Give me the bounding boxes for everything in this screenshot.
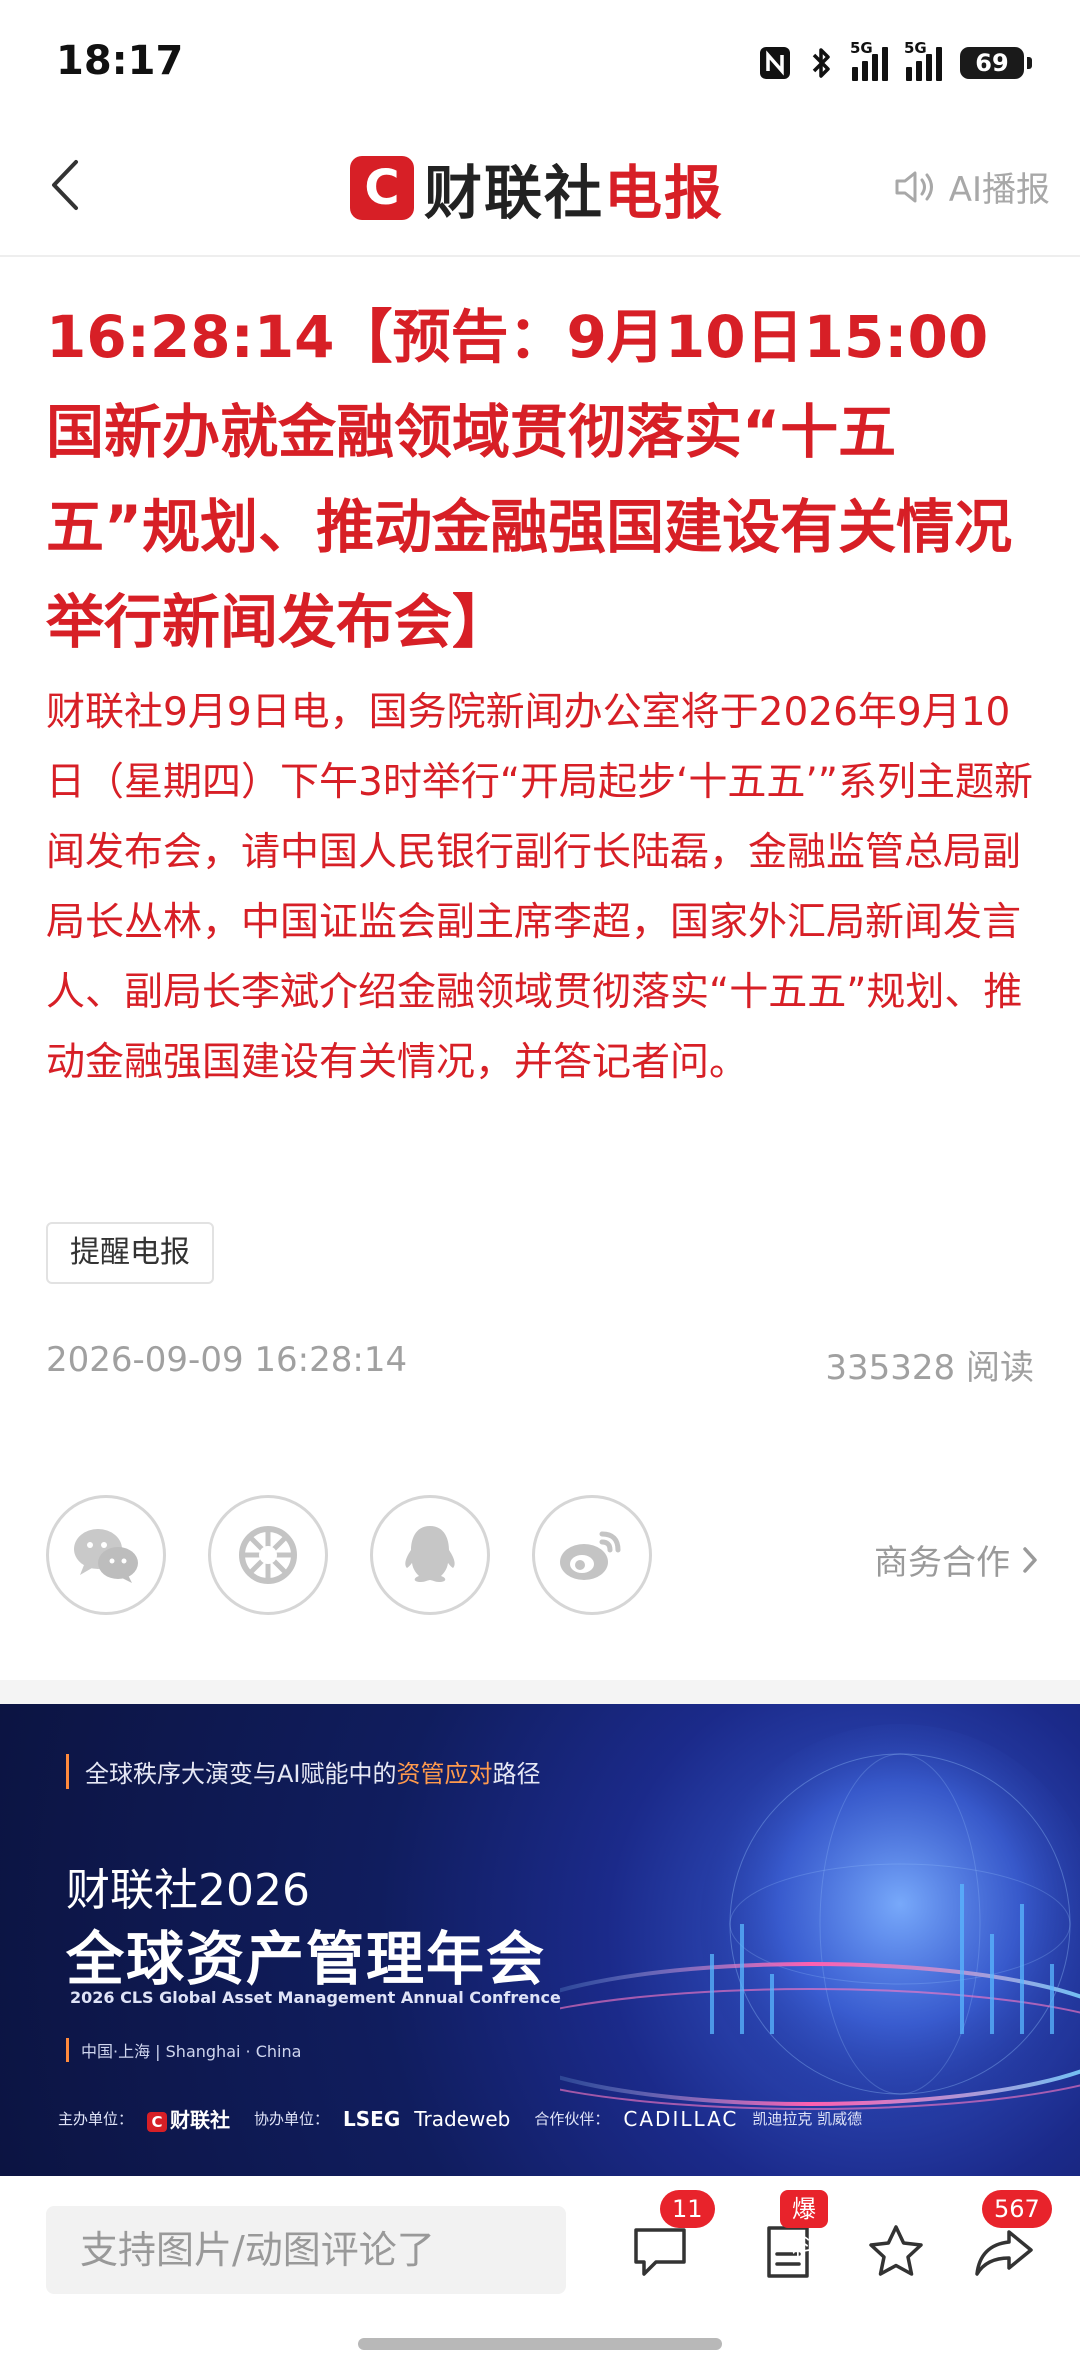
- cls-logo-mark: C: [350, 156, 414, 220]
- star-icon: [869, 2225, 923, 2276]
- status-icons: 5G 5G 69: [758, 38, 1032, 88]
- share-moments-button[interactable]: [208, 1495, 328, 1615]
- cls-telegraph-logo: C 财联社电报: [350, 148, 724, 228]
- nfc-icon: [760, 47, 790, 79]
- banner-english-title: 2026 CLS Global Asset Management Annual …: [70, 1988, 561, 2007]
- banner-title-line2: 全球资产管理年会: [66, 1925, 547, 1993]
- ai-broadcast-button[interactable]: AI播报: [893, 162, 1050, 211]
- comment-input[interactable]: [46, 2206, 566, 2294]
- home-indicator[interactable]: [358, 2338, 722, 2350]
- tradeweb-logo: Tradeweb: [414, 2106, 511, 2131]
- article-headline: 16:28:14【预告：9月10日15:00国新办就金融领域贯彻落实“十五五”规…: [46, 303, 1013, 656]
- battery-icon: 69: [960, 47, 1032, 79]
- qq-icon: [405, 1526, 455, 1582]
- banner-sponsors: 主办单位： C 财联社 协办单位： LSEG Tradeweb 合作伙伴： CAD…: [58, 2104, 862, 2133]
- banner-title-line1: 财联社2026: [66, 1865, 310, 1916]
- share-count-badge: 567: [982, 2190, 1052, 2228]
- nav-bar: C 财联社电报 AI播报: [0, 120, 1080, 257]
- status-bar: 18:17 5G 5G 69: [0, 0, 1080, 120]
- weibo-icon: [560, 1531, 621, 1580]
- wechat-icon: [74, 1529, 138, 1583]
- share-row: [46, 1495, 652, 1615]
- comments-button[interactable]: 11: [620, 2190, 715, 2292]
- back-button[interactable]: [36, 150, 96, 220]
- share-arrow-icon: [975, 2230, 1033, 2276]
- cadillac-logo: CADILLAC: [623, 2106, 739, 2131]
- article-body: 财联社9月9日电，国务院新闻办公室将于2026年9月10日（星期四）下午3时举行…: [46, 690, 1034, 1085]
- share-weibo-button[interactable]: [532, 1495, 652, 1615]
- report-tip-badge: 爆料: [780, 2190, 828, 2261]
- ai-broadcast-label: AI播报: [948, 170, 1050, 210]
- cellular-signal-1-icon: 5G: [850, 39, 888, 81]
- read-count: 335328 阅读: [825, 1348, 1034, 1388]
- banner-location: 中国·上海 | Shanghai · China: [66, 2038, 301, 2062]
- comment-count-badge: 11: [660, 2190, 715, 2228]
- speaker-icon: [895, 171, 933, 202]
- favorite-button[interactable]: [856, 2212, 936, 2292]
- logo-text: 财联社电报: [424, 159, 725, 227]
- bluetooth-icon: [812, 48, 830, 78]
- publish-time: 2026-09-09 16:28:14: [46, 1340, 408, 1380]
- status-time: 18:17: [56, 38, 184, 84]
- conference-banner-ad[interactable]: 全球秩序大演变与AI赋能中的资管应对路径 财联社2026 全球资产管理年会 20…: [0, 1704, 1080, 2176]
- cellular-signal-2-icon: 5G: [904, 39, 942, 81]
- comment-icon: [634, 2228, 686, 2276]
- lseg-logo: LSEG: [343, 2106, 401, 2131]
- business-cooperation-link[interactable]: 商务合作: [874, 1535, 1040, 1584]
- share-qq-button[interactable]: [370, 1495, 490, 1615]
- business-cooperation-label: 商务合作: [874, 1543, 1010, 1583]
- chevron-right-icon: [1023, 1546, 1037, 1573]
- moments-icon: [239, 1526, 297, 1584]
- banner-tagline: 全球秩序大演变与AI赋能中的资管应对路径: [66, 1754, 541, 1789]
- section-divider: [0, 1680, 1080, 1704]
- share-button[interactable]: 567: [964, 2190, 1052, 2292]
- report-tip-button[interactable]: 爆料: [748, 2190, 828, 2292]
- share-wechat-button[interactable]: [46, 1495, 166, 1615]
- cls-sponsor-logo: C 财联社: [147, 2104, 230, 2133]
- chevron-left-icon: [52, 160, 78, 210]
- remind-telegraph-button[interactable]: 提醒电报: [46, 1222, 214, 1284]
- battery-level: 69: [975, 49, 1009, 77]
